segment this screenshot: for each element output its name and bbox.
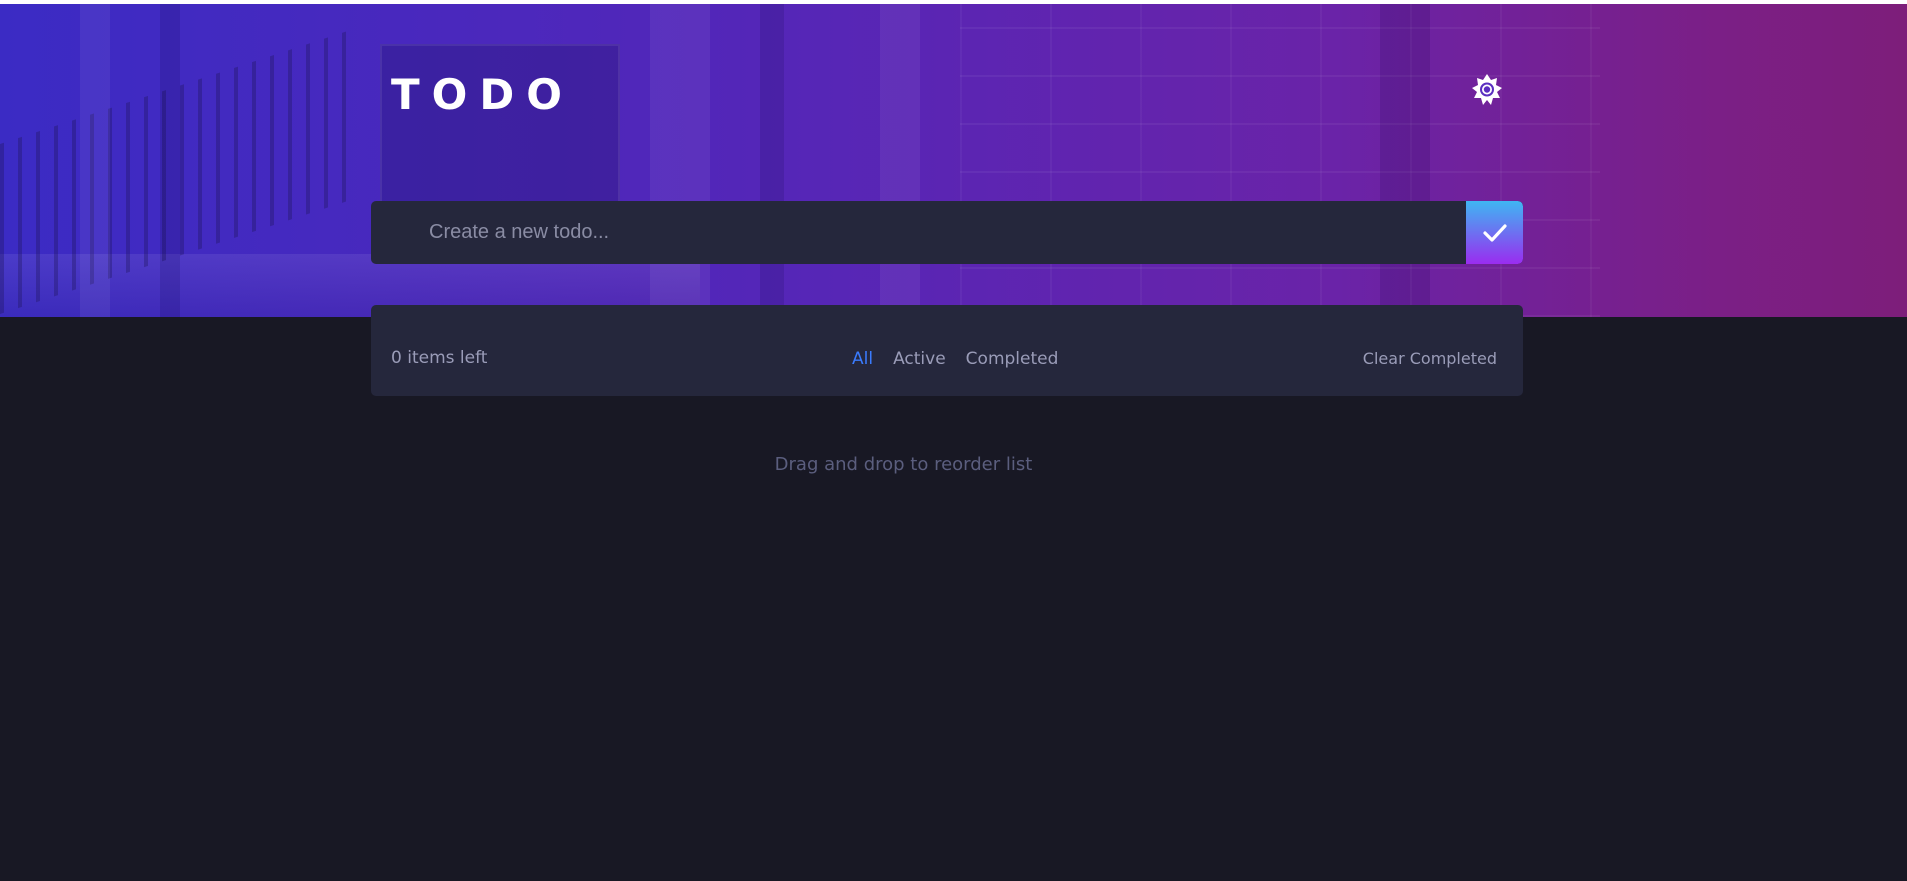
- bg-stone-blocks: [960, 4, 1600, 317]
- reorder-hint: Drag and drop to reorder list: [774, 454, 1033, 475]
- theme-toggle-button[interactable]: [1469, 72, 1505, 108]
- new-todo-form: [371, 201, 1523, 264]
- bg-pillar: [80, 4, 110, 317]
- bg-pillar: [760, 4, 784, 317]
- clear-completed-button[interactable]: Clear Completed: [1363, 305, 1497, 396]
- filter-all[interactable]: All: [852, 349, 873, 369]
- header-background-image: [0, 4, 1907, 317]
- bg-pillar: [160, 4, 180, 317]
- filter-active[interactable]: Active: [893, 349, 946, 369]
- items-left-count: 0 items left: [391, 348, 488, 368]
- bg-pillar: [880, 4, 920, 317]
- filter-group: All Active Completed: [852, 305, 1058, 396]
- add-todo-button[interactable]: [1466, 201, 1523, 264]
- app-title: TODO: [391, 70, 574, 119]
- new-todo-input[interactable]: [371, 201, 1466, 264]
- todo-list-footer: 0 items left All Active Completed Clear …: [371, 305, 1523, 396]
- app-header: TODO: [371, 60, 1523, 130]
- bg-pillar: [650, 4, 710, 317]
- bg-pillar: [1380, 4, 1430, 317]
- filter-completed[interactable]: Completed: [966, 349, 1059, 369]
- sun-icon: [1472, 74, 1502, 105]
- check-icon: [1482, 223, 1507, 242]
